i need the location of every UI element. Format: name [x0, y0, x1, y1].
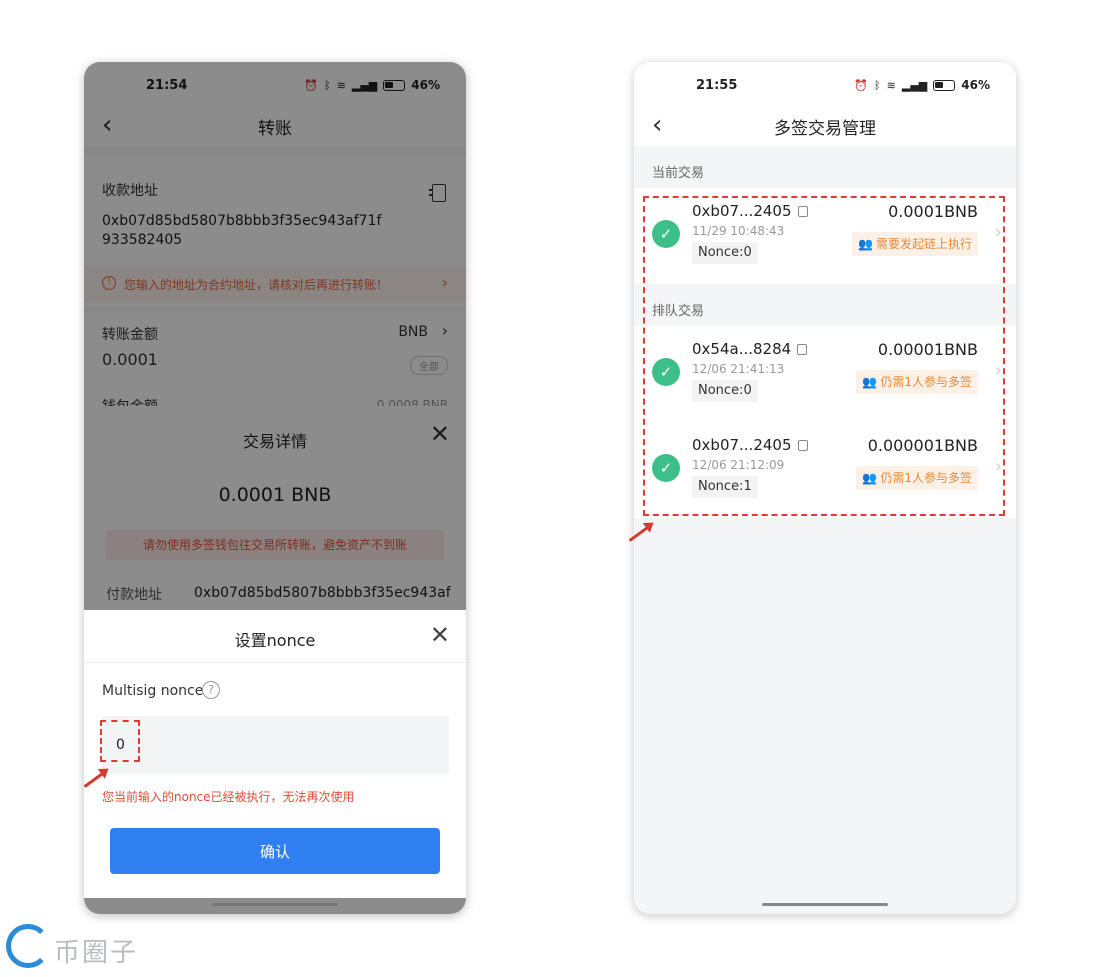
logo-ring-icon	[6, 924, 50, 968]
battery-icon	[933, 79, 956, 91]
left-phone: 21:54 ⏰ ᛒ ≋ ▂▄▆ 46% ‹ 转账 收款地址 0xb07d85bd…	[84, 62, 466, 914]
home-indicator[interactable]	[212, 903, 338, 906]
close-icon[interactable]: ✕	[430, 623, 450, 647]
watermark-logo: 币圈子	[4, 918, 154, 974]
dialog-title: 设置nonce	[234, 631, 316, 650]
header: 21:55 ⏰ ᛒ ≋ ▂▄▆ 46% ‹ 多签交易管理	[634, 62, 1016, 146]
nonce-field-label: Multisig nonce	[102, 683, 204, 699]
page-title: 多签交易管理	[774, 119, 876, 139]
nav-bar: ‹ 多签交易管理	[634, 108, 1016, 146]
home-indicator[interactable]	[762, 903, 888, 906]
battery-percent: 46%	[961, 78, 990, 92]
screenshot-stage: 21:54 ⏰ ᛒ ≋ ▂▄▆ 46% ‹ 转账 收款地址 0xb07d85bd…	[0, 0, 1100, 977]
alarm-icon: ⏰	[854, 78, 869, 92]
annotation-highlight-box	[643, 196, 1005, 516]
help-icon[interactable]: ?	[202, 681, 220, 699]
bluetooth-icon: ᛒ	[874, 78, 881, 92]
nonce-input[interactable]	[116, 734, 316, 756]
status-time: 21:55	[696, 78, 738, 93]
watermark-text: 币圈子	[54, 938, 139, 968]
confirm-button[interactable]: 确认	[110, 828, 440, 874]
set-nonce-dialog: 设置nonce ✕ Multisig nonce ? 您当前输入的nonce已经…	[84, 610, 466, 898]
current-transactions-label: 当前交易	[652, 166, 705, 181]
nonce-error-text: 您当前输入的nonce已经被执行，无法再次使用	[102, 790, 355, 804]
status-bar: 21:55 ⏰ ᛒ ≋ ▂▄▆ 46%	[634, 62, 1016, 108]
right-phone: 21:55 ⏰ ᛒ ≋ ▂▄▆ 46% ‹ 多签交易管理 当前交易 ✓ 0xb0…	[634, 62, 1016, 914]
nonce-field[interactable]	[102, 716, 449, 774]
divider	[84, 662, 466, 663]
signal-icon: ▂▄▆	[901, 78, 928, 92]
wifi-icon: ≋	[886, 78, 896, 92]
annotation-highlight-box	[100, 720, 140, 762]
status-icons: ⏰ ᛒ ≋ ▂▄▆ 46%	[854, 78, 990, 92]
